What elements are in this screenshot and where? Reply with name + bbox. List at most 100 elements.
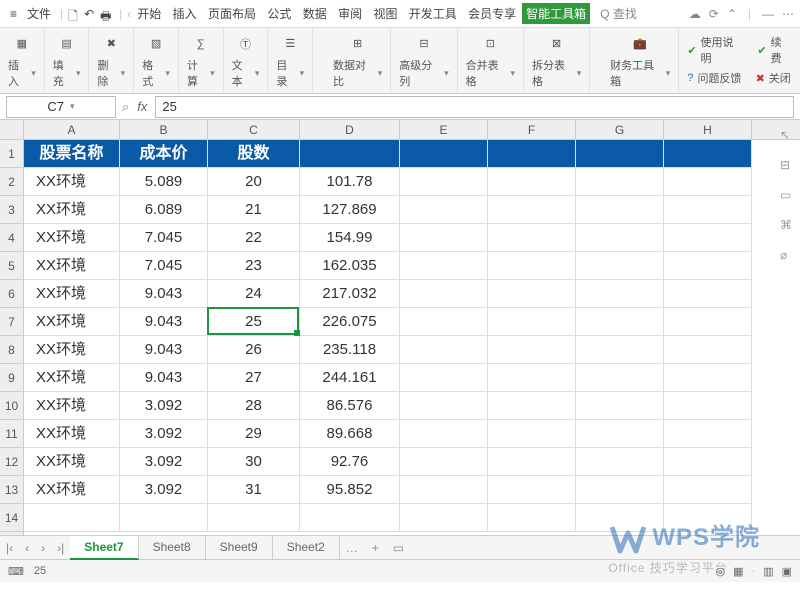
row-header-3[interactable]: 3 <box>0 196 23 224</box>
cell-H12[interactable] <box>664 448 752 476</box>
cell-C6[interactable]: 24 <box>208 280 300 308</box>
undo-icon[interactable]: ↶ <box>84 7 98 21</box>
cell-E6[interactable] <box>400 280 488 308</box>
cell-E14[interactable] <box>400 504 488 532</box>
cell-E11[interactable] <box>400 420 488 448</box>
cell-D9[interactable]: 244.161 <box>300 364 400 392</box>
lens-icon[interactable]: ⌕ <box>122 99 129 115</box>
sheet-tab-Sheet7[interactable]: Sheet7 <box>70 536 138 560</box>
cell-B2[interactable]: 5.089 <box>120 168 208 196</box>
cell-E13[interactable] <box>400 476 488 504</box>
cell-C11[interactable]: 29 <box>208 420 300 448</box>
header-cell-A[interactable]: 股票名称 <box>24 140 120 168</box>
panel-icon[interactable]: ▭ <box>780 188 796 204</box>
ribbon-插入[interactable]: ▦插入▾ <box>0 28 45 93</box>
cell-F2[interactable] <box>488 168 576 196</box>
tab-next-icon[interactable]: › <box>35 541 51 555</box>
cell-H7[interactable] <box>664 308 752 336</box>
cell-H8[interactable] <box>664 336 752 364</box>
col-header-E[interactable]: E <box>400 120 488 139</box>
cell-C3[interactable]: 21 <box>208 196 300 224</box>
circle-icon[interactable]: ◎ <box>716 565 726 578</box>
feedback-link[interactable]: 问题反馈 <box>697 70 741 86</box>
cell-H9[interactable] <box>664 364 752 392</box>
cell-A10[interactable]: XX环境 <box>24 392 120 420</box>
row-header-6[interactable]: 6 <box>0 280 23 308</box>
header-cell-F[interactable] <box>488 140 576 168</box>
row-header-9[interactable]: 9 <box>0 364 23 392</box>
formula-input[interactable]: 25 <box>155 96 794 118</box>
cell-G7[interactable] <box>576 308 664 336</box>
tab-more[interactable]: … <box>340 541 364 555</box>
header-cell-D[interactable] <box>300 140 400 168</box>
row-header-7[interactable]: 7 <box>0 308 23 336</box>
help-link[interactable]: 使用说明 <box>701 34 744 66</box>
cell-A14[interactable] <box>24 504 120 532</box>
name-box[interactable]: C7 <box>6 96 116 118</box>
cell-B8[interactable]: 9.043 <box>120 336 208 364</box>
cell-F5[interactable] <box>488 252 576 280</box>
cell-B14[interactable] <box>120 504 208 532</box>
spreadsheet-grid[interactable]: ABCDEFGH 1234567891011121314 股票名称成本价股数XX… <box>0 120 800 536</box>
cell-C12[interactable]: 30 <box>208 448 300 476</box>
cell-G12[interactable] <box>576 448 664 476</box>
cell-E5[interactable] <box>400 252 488 280</box>
clip-icon[interactable]: ⌀ <box>780 248 796 264</box>
menu-开发工具[interactable]: 开发工具 <box>405 5 461 23</box>
cell-D14[interactable] <box>300 504 400 532</box>
header-cell-C[interactable]: 股数 <box>208 140 300 168</box>
cell-D5[interactable]: 162.035 <box>300 252 400 280</box>
cell-D3[interactable]: 127.869 <box>300 196 400 224</box>
cell-E10[interactable] <box>400 392 488 420</box>
more-icon[interactable]: ⋯ <box>782 7 794 21</box>
tab-prev-icon[interactable]: ‹ <box>19 541 35 555</box>
view-normal-icon[interactable]: ▦ <box>733 565 743 578</box>
cell-E9[interactable] <box>400 364 488 392</box>
cell-B3[interactable]: 6.089 <box>120 196 208 224</box>
cell-A3[interactable]: XX环境 <box>24 196 120 224</box>
tab-list-icon[interactable]: ▭ <box>387 541 410 555</box>
row-header-14[interactable]: 14 <box>0 504 23 532</box>
cell-G13[interactable] <box>576 476 664 504</box>
cell-E7[interactable] <box>400 308 488 336</box>
search-box[interactable]: Q 查找 <box>600 5 637 22</box>
cell-H14[interactable] <box>664 504 752 532</box>
cell-G14[interactable] <box>576 504 664 532</box>
header-cell-H[interactable] <box>664 140 752 168</box>
cell-B4[interactable]: 7.045 <box>120 224 208 252</box>
cell-D2[interactable]: 101.78 <box>300 168 400 196</box>
cell-F9[interactable] <box>488 364 576 392</box>
cell-D12[interactable]: 92.76 <box>300 448 400 476</box>
col-header-C[interactable]: C <box>208 120 300 139</box>
view-page-icon[interactable]: ▥ <box>763 565 773 578</box>
cell-C14[interactable] <box>208 504 300 532</box>
menu-审阅[interactable]: 审阅 <box>334 5 366 23</box>
cell-B7[interactable]: 9.043 <box>120 308 208 336</box>
tab-last-icon[interactable]: ›| <box>51 541 70 555</box>
col-header-A[interactable]: A <box>24 120 120 139</box>
cell-G11[interactable] <box>576 420 664 448</box>
cell-A8[interactable]: XX环境 <box>24 336 120 364</box>
row-header-10[interactable]: 10 <box>0 392 23 420</box>
cell-G9[interactable] <box>576 364 664 392</box>
ribbon-删除[interactable]: ✖删除▾ <box>89 28 134 93</box>
row-header-13[interactable]: 13 <box>0 476 23 504</box>
row-header-1[interactable]: 1 <box>0 140 23 168</box>
link-icon[interactable]: ⌘ <box>780 218 796 234</box>
print-icon[interactable]: 🖶 <box>100 7 114 21</box>
cell-C4[interactable]: 22 <box>208 224 300 252</box>
cell-C5[interactable]: 23 <box>208 252 300 280</box>
renew-link[interactable]: 续费 <box>771 34 792 66</box>
cell-F13[interactable] <box>488 476 576 504</box>
cell-H5[interactable] <box>664 252 752 280</box>
cell-G2[interactable] <box>576 168 664 196</box>
add-sheet-icon[interactable]: + <box>364 541 387 555</box>
col-header-F[interactable]: F <box>488 120 576 139</box>
row-header-2[interactable]: 2 <box>0 168 23 196</box>
cell-C8[interactable]: 26 <box>208 336 300 364</box>
cell-A11[interactable]: XX环境 <box>24 420 120 448</box>
cell-A13[interactable]: XX环境 <box>24 476 120 504</box>
cell-G5[interactable] <box>576 252 664 280</box>
cell-A5[interactable]: XX环境 <box>24 252 120 280</box>
cell-G4[interactable] <box>576 224 664 252</box>
